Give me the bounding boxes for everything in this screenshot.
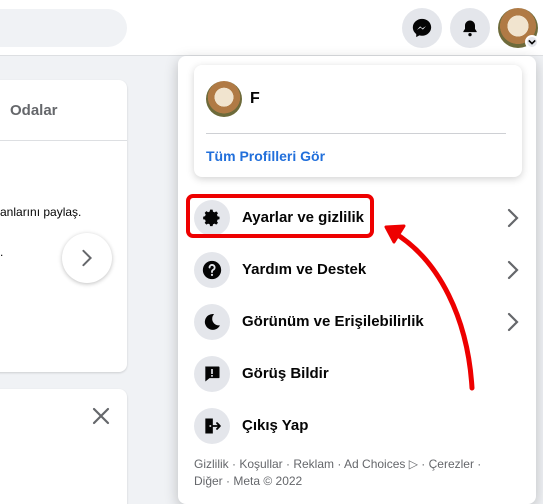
- see-all-profiles-link[interactable]: Tüm Profilleri Gör: [206, 148, 325, 164]
- menu-item-help-support[interactable]: Yardım ve Destek: [186, 244, 528, 296]
- profile-card: F Tüm Profilleri Gör: [194, 65, 522, 177]
- rooms-label[interactable]: Odalar: [10, 102, 58, 119]
- chevron-right-icon: [507, 208, 519, 228]
- profile-name[interactable]: F: [250, 90, 260, 108]
- feedback-icon: [194, 356, 230, 392]
- chevron-right-icon: [507, 312, 519, 332]
- chevron-right-icon: [82, 249, 93, 267]
- account-menu-caret[interactable]: [525, 35, 539, 49]
- messenger-icon: [412, 18, 432, 38]
- footer-copyright: Diğer · Meta © 2022: [194, 474, 303, 488]
- chevron-down-icon: [528, 39, 536, 45]
- notifications-button[interactable]: [450, 8, 490, 48]
- menu-footer: Gizlilik · Koşullar · Reklam · Ad Choice…: [194, 456, 524, 490]
- logout-icon: [194, 408, 230, 444]
- messenger-button[interactable]: [402, 8, 442, 48]
- menu-item-display-accessibility[interactable]: Görünüm ve Erişilebilirlik: [186, 296, 528, 348]
- menu-item-label: Çıkış Yap: [242, 417, 309, 434]
- share-text: anlarını paylaş.: [0, 205, 82, 219]
- question-icon: [194, 252, 230, 288]
- profile-avatar[interactable]: [206, 81, 242, 117]
- carousel-next-button[interactable]: [62, 233, 112, 283]
- annotation-highlight-box: [186, 194, 374, 238]
- bell-icon: [463, 20, 477, 37]
- profile-divider: [206, 133, 506, 134]
- close-icon[interactable]: [90, 405, 112, 427]
- menu-item-label: Görünüm ve Erişilebilirlik: [242, 313, 424, 330]
- moon-icon: [194, 304, 230, 340]
- rooms-card: Odalar anlarını paylaş. .: [0, 80, 127, 372]
- menu-item-label: Görüş Bildir: [242, 365, 329, 382]
- share-dot: .: [0, 245, 4, 259]
- menu-item-give-feedback[interactable]: Görüş Bildir: [186, 348, 528, 400]
- account-dropdown-menu: F Tüm Profilleri Gör Ayarlar ve gizlilik…: [178, 56, 536, 504]
- menu-item-log-out[interactable]: Çıkış Yap: [186, 400, 528, 452]
- top-navigation-bar: [0, 0, 543, 56]
- search-input[interactable]: [0, 9, 127, 47]
- card-divider: [0, 140, 127, 141]
- menu-item-label: Yardım ve Destek: [242, 261, 367, 278]
- secondary-card: [0, 389, 127, 504]
- footer-links[interactable]: Gizlilik · Koşullar · Reklam · Ad Choice…: [194, 456, 524, 473]
- chevron-right-icon: [507, 260, 519, 280]
